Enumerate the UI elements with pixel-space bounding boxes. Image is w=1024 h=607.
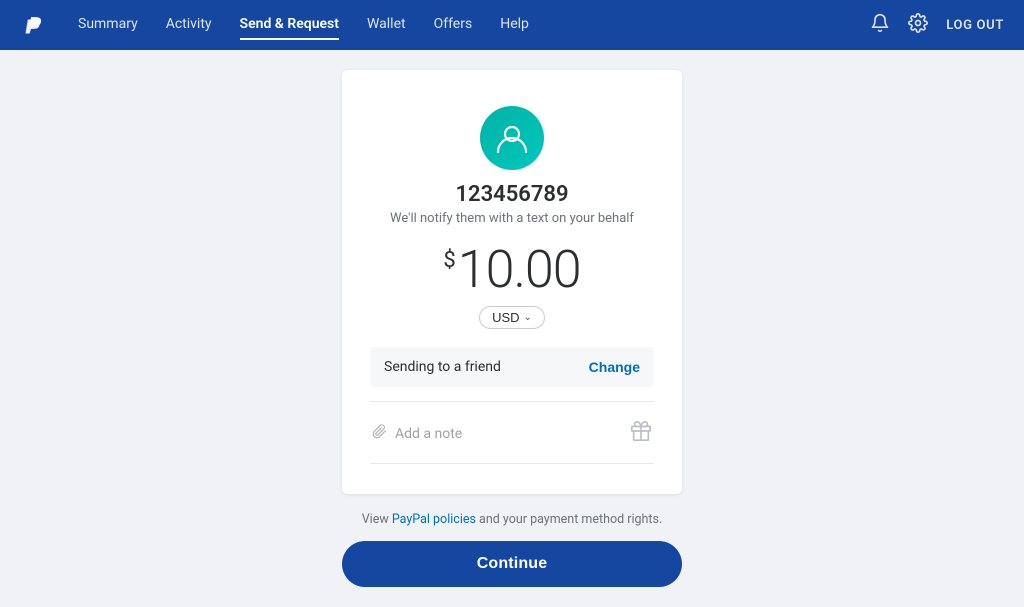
header-actions: LOG OUT <box>870 13 1004 38</box>
amount-value: 10.00 <box>458 244 581 296</box>
sending-label: Sending to a friend <box>384 359 501 375</box>
gift-icon[interactable] <box>630 420 652 447</box>
nav-help[interactable]: Help <box>500 16 529 34</box>
nav-offers[interactable]: Offers <box>434 16 473 34</box>
currency-symbol: $ <box>443 250 455 272</box>
currency-label: USD <box>492 310 519 325</box>
amount-section: $ 10.00 USD ⌄ <box>370 244 654 329</box>
recipient-name: 123456789 <box>455 182 568 207</box>
note-placeholder: Add a note <box>395 426 462 442</box>
logout-button[interactable]: LOG OUT <box>946 18 1004 33</box>
attachment-icon <box>372 424 387 443</box>
recipient-notify-text: We'll notify them with a text on your be… <box>390 211 634 226</box>
amount-display: $ 10.00 <box>443 244 580 296</box>
nav-activity[interactable]: Activity <box>166 16 212 34</box>
divider-1 <box>370 401 654 402</box>
nav-summary[interactable]: Summary <box>78 16 138 34</box>
avatar <box>480 106 544 170</box>
change-button[interactable]: Change <box>589 359 640 375</box>
nav-wallet[interactable]: Wallet <box>367 16 406 34</box>
note-input-area[interactable]: Add a note <box>372 424 462 443</box>
footer-section: View PayPal policies and your payment me… <box>342 512 682 587</box>
recipient-section: 123456789 We'll notify them with a text … <box>370 106 654 226</box>
currency-selector[interactable]: USD ⌄ <box>479 306 545 329</box>
chevron-down-icon: ⌄ <box>524 312 532 323</box>
main-content: 123456789 We'll notify them with a text … <box>0 50 1024 607</box>
sending-type-row: Sending to a friend Change <box>370 347 654 387</box>
settings-icon[interactable] <box>908 13 928 38</box>
header: Summary Activity Send & Request Wallet O… <box>0 0 1024 50</box>
main-nav: Summary Activity Send & Request Wallet O… <box>78 16 870 34</box>
payment-card: 123456789 We'll notify them with a text … <box>342 70 682 494</box>
note-row: Add a note <box>370 416 654 451</box>
paypal-logo <box>20 9 48 41</box>
policy-text: View PayPal policies and your payment me… <box>362 512 663 527</box>
nav-send-request[interactable]: Send & Request <box>240 16 339 34</box>
continue-button[interactable]: Continue <box>342 541 682 587</box>
notification-icon[interactable] <box>870 13 890 38</box>
policy-link[interactable]: PayPal policies <box>392 512 476 527</box>
divider-2 <box>370 463 654 464</box>
